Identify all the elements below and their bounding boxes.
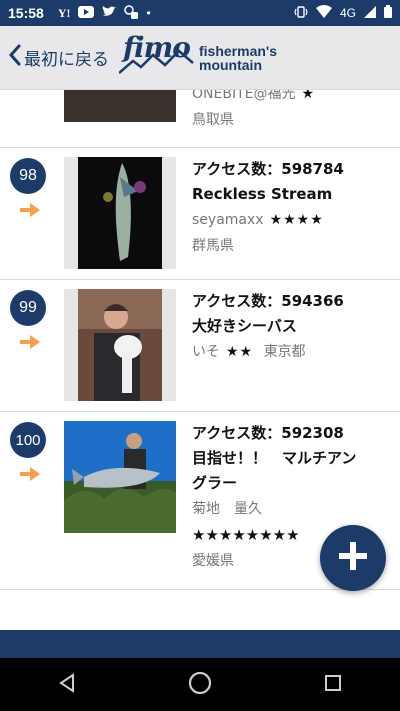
battery-icon [384,5,392,21]
status-bar: 15:58 Y! • 4G [0,0,400,26]
post-user-line: seyamaxx ★★★★ [192,207,388,233]
footer-band [0,630,400,658]
list-item[interactable]: 99 アクセス数：594366 大好きシーバス いそ ★★ 東京都 [0,280,400,412]
post-thumbnail[interactable] [64,90,176,122]
vibrate-icon [294,5,308,22]
app-header: 最初に戻る fimo fisherman's mountain [0,26,400,90]
rank-column: 99 [10,290,50,349]
post-user: いそ [192,344,220,360]
post-thumbnail[interactable] [64,157,176,269]
youtube-icon [78,5,95,21]
rank-column: 98 [10,158,50,217]
recents-square-icon [323,673,343,697]
rank-badge: 98 [10,158,46,194]
signal-icon [364,5,376,21]
status-left-icons: Y! • [57,4,151,22]
logo-line2: mountain [199,56,262,73]
post-title: 大好きシーバス [192,317,297,335]
post-user: seyamaxx [192,212,264,228]
rank-badge: 100 [10,422,46,458]
nav-home-button[interactable] [170,658,230,711]
plus-icon [339,542,367,574]
post-thumbnail[interactable] [64,289,176,401]
chevron-left-icon [8,44,22,71]
back-label: 最初に戻る [24,50,109,70]
notification-icon [124,4,139,22]
arrow-right-icon [20,202,40,217]
fishermans-mountain-logo: fimo fisherman's mountain [118,31,277,79]
post-info: ONEBITE@福光 ★ 鳥取県 [192,90,388,133]
android-nav-bar [0,658,400,711]
rank-column: 100 [10,422,50,481]
access-count: アクセス数：594366 [192,292,344,310]
access-count: アクセス数：598784 [192,160,344,178]
dot-icon: • [146,6,151,20]
status-time: 15:58 [8,5,44,21]
post-stars: ★★★★ [269,212,324,228]
back-button[interactable]: 最初に戻る [0,26,109,89]
wifi-icon [315,5,332,21]
post-stars: ★ [301,90,316,102]
logo-mark: fimo [123,30,191,64]
post-title: 目指せ！！ マルチアン グラー [192,446,388,496]
list-item[interactable]: ONEBITE@福光 ★ 鳥取県 [0,90,400,148]
logo-line1: fisherman's [199,42,278,59]
post-title-line1: 目指せ！！ マルチアン [192,449,357,467]
post-prefecture: 群馬県 [192,238,234,254]
rank-badge: 99 [10,290,46,326]
mountain-logo-icon: fimo [118,31,195,79]
yahoo-icon: Y! [57,5,71,20]
twitter-icon [102,5,117,21]
post-stars: ★★ [226,344,254,360]
nav-recents-button[interactable] [303,658,363,711]
status-right-icons: 4G [294,5,392,22]
post-prefecture: 鳥取県 [192,112,234,128]
back-triangle-icon [57,672,77,697]
post-user: ONEBITE@福光 [192,90,296,102]
post-title-line2: グラー [192,474,238,492]
post-info: アクセス数：598784 Reckless Stream seyamaxx ★★★… [192,156,388,259]
add-post-button[interactable] [320,525,386,591]
access-count: アクセス数：592308 [192,424,344,442]
post-user: 菊地 量久 [192,501,262,517]
post-info: アクセス数：594366 大好きシーバス いそ ★★ 東京都 [192,288,388,365]
post-prefecture: 東京都 [263,344,306,360]
network-label: 4G [339,6,356,20]
arrow-right-icon [20,466,40,481]
post-user-line: ONEBITE@福光 ★ [192,90,388,107]
list-item[interactable]: 98 アクセス数：598784 Reckless Stream seyamaxx… [0,148,400,280]
logo-text: fisherman's mountain [199,44,277,72]
post-title: Reckless Stream [192,185,333,203]
post-thumbnail[interactable] [64,421,176,533]
nav-back-button[interactable] [37,658,97,711]
home-circle-icon [188,671,212,699]
arrow-right-icon [20,334,40,349]
post-user-line: いそ ★★ 東京都 [192,339,388,365]
